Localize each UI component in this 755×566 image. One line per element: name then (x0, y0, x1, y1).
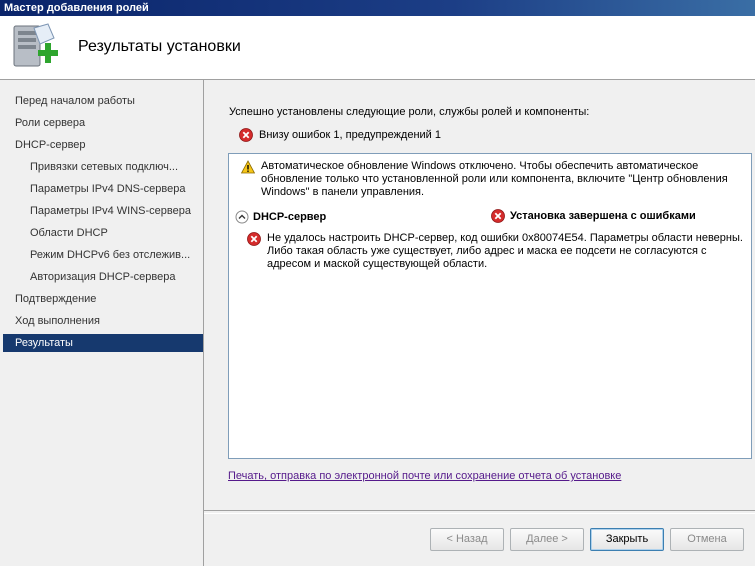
back-button[interactable]: < Назад (430, 528, 504, 551)
window-title: Мастер добавления ролей (0, 0, 755, 16)
error-text: Не удалось настроить DHCP-сервер, код ош… (267, 232, 743, 270)
nav-item-results[interactable]: Результаты (3, 334, 203, 352)
results-intro: Успешно установлены следующие роли, служ… (229, 106, 590, 118)
page-title: Результаты установки (78, 38, 241, 55)
nav-item-network-bindings[interactable]: Привязки сетевых подключ... (3, 158, 203, 176)
cancel-button[interactable]: Отмена (670, 528, 744, 551)
nav-item-dhcp-authorization[interactable]: Авторизация DHCP-сервера (3, 268, 203, 286)
nav-item-progress[interactable]: Ход выполнения (3, 312, 203, 330)
warning-text: Автоматическое обновление Windows отключ… (261, 160, 728, 198)
nav-item-confirmation[interactable]: Подтверждение (3, 290, 203, 308)
error-icon (491, 209, 505, 223)
nav-item-ipv4-dns[interactable]: Параметры IPv4 DNS-сервера (3, 180, 203, 198)
warning-message: Автоматическое обновление Windows отключ… (241, 160, 741, 199)
error-icon (239, 128, 253, 142)
summary-text: Внизу ошибок 1, предупреждений 1 (259, 129, 442, 141)
nav-item-before-you-begin[interactable]: Перед началом работы (3, 92, 203, 110)
wizard-header: Результаты установки (0, 16, 755, 80)
close-button[interactable]: Закрыть (590, 528, 664, 551)
role-status: Установка завершена с ошибками (491, 209, 696, 223)
results-list[interactable]: Автоматическое обновление Windows отключ… (228, 153, 752, 459)
role-name: DHCP-сервер (253, 211, 327, 223)
nav-item-server-roles[interactable]: Роли сервера (3, 114, 203, 132)
results-panel: Успешно установлены следующие роли, служ… (205, 80, 755, 510)
wizard-nav: Перед началом работы Роли сервера DHCP-с… (0, 80, 204, 566)
role-status-text: Установка завершена с ошибками (510, 210, 696, 222)
next-button[interactable]: Далее > (510, 528, 584, 551)
nav-item-dhcpv6-stateless[interactable]: Режим DHCPv6 без отслежив... (3, 246, 203, 264)
error-message: Не удалось настроить DHCP-сервер, код ош… (247, 232, 751, 271)
footer-divider (204, 510, 755, 514)
role-result-header: DHCP-сервер Установка завершена с ошибка… (235, 209, 747, 225)
collapse-chevron-icon[interactable] (235, 210, 249, 224)
nav-item-dhcp-server[interactable]: DHCP-сервер (3, 136, 203, 154)
nav-item-ipv4-wins[interactable]: Параметры IPv4 WINS-сервера (3, 202, 203, 220)
nav-item-dhcp-scopes[interactable]: Области DHCP (3, 224, 203, 242)
error-icon (247, 232, 261, 246)
report-link[interactable]: Печать, отправка по электронной почте ил… (228, 470, 621, 482)
server-add-icon (13, 23, 58, 67)
results-summary: Внизу ошибок 1, предупреждений 1 (239, 128, 441, 142)
warning-icon (241, 160, 255, 174)
